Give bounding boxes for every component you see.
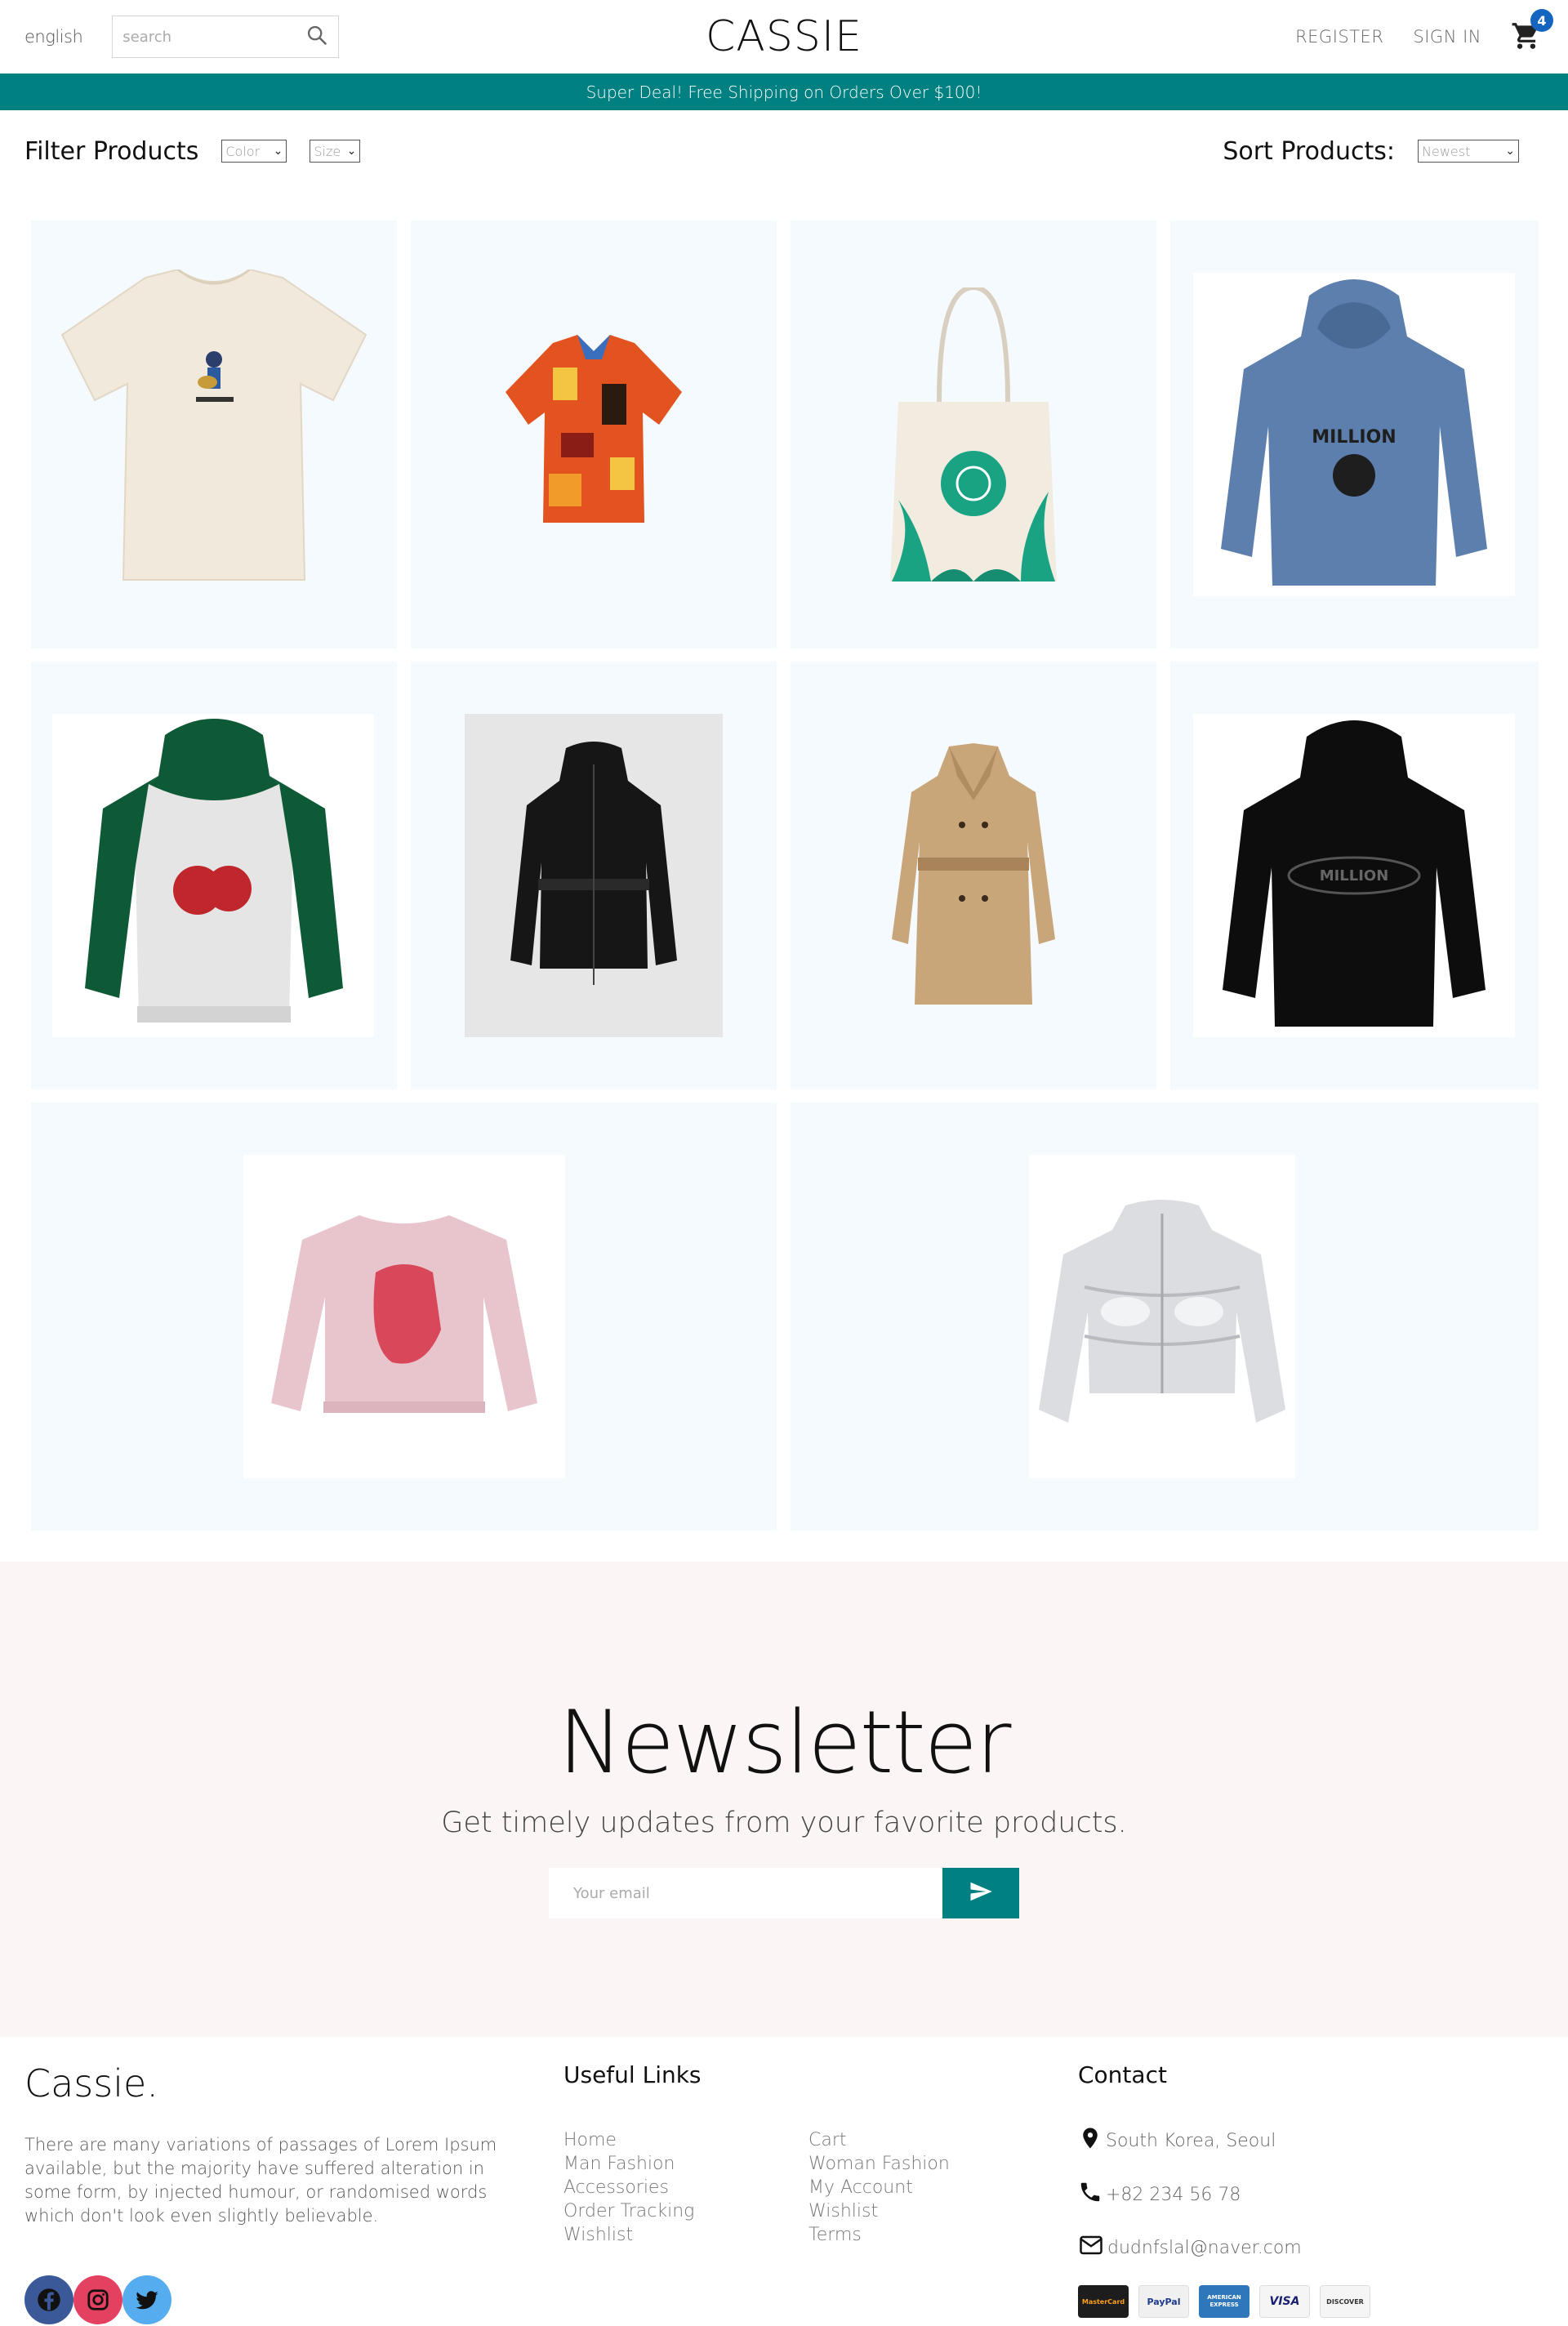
links-column-2: Cart Woman Fashion My Account Wishlist T… (808, 2128, 950, 2247)
footer-link-wishlist-2[interactable]: Wishlist (808, 2199, 950, 2223)
newsletter-subtitle: Get timely updates from your favorite pr… (441, 1807, 1127, 1839)
coat-icon (892, 743, 1055, 1005)
cart-icon (1511, 23, 1542, 55)
newsletter-section: Newsletter Get timely updates from your … (0, 1562, 1568, 2037)
product-card-black-puffer[interactable] (411, 662, 777, 1089)
sort-select[interactable]: Newest ⌄ (1418, 140, 1519, 163)
size-select[interactable]: Size ⌄ (310, 140, 361, 163)
filter-title: Filter Products (24, 136, 199, 166)
amex-icon: AMERICAN EXPRESS (1199, 2285, 1250, 2318)
product-card-tote-bag[interactable] (791, 221, 1156, 648)
filter-bar: Filter Products Color ⌄ Size ⌄ Sort Prod… (0, 110, 1568, 192)
contact-address: South Korea, Seoul (1078, 2125, 1276, 2156)
social-links (24, 2275, 172, 2324)
product-card-black-hoodie[interactable]: MILLION (1170, 662, 1539, 1089)
cart-button[interactable]: 4 (1511, 9, 1553, 55)
paypal-icon: PayPal (1138, 2285, 1189, 2318)
instagram-icon[interactable] (74, 2275, 122, 2324)
hoodie-icon: MILLION (1223, 720, 1486, 1027)
sign-in-link[interactable]: SIGN IN (1413, 27, 1481, 47)
filter-group: Filter Products Color ⌄ Size ⌄ (24, 136, 361, 166)
nav-left: english (24, 16, 340, 58)
shirt-icon (506, 335, 682, 523)
hoodie-icon: MILLION (1221, 279, 1487, 586)
svg-text:MILLION: MILLION (1320, 867, 1389, 885)
chevron-down-icon: ⌄ (273, 145, 283, 158)
sort-group: Sort Products: Newest ⌄ (1223, 137, 1544, 166)
footer-logo[interactable]: Cassie. (24, 2061, 158, 2105)
phone-icon (1078, 2179, 1102, 2210)
product-card-pink-sweater[interactable] (31, 1103, 777, 1531)
tote-bag-icon (890, 287, 1057, 582)
sort-title: Sort Products: (1223, 136, 1395, 166)
footer-link-order-tracking[interactable]: Order Tracking (564, 2199, 694, 2223)
announcement-bar: Super Deal! Free Shipping on Orders Over… (0, 74, 1568, 110)
send-icon (967, 1879, 995, 1907)
cart-count-badge: 4 (1530, 9, 1553, 32)
site-logo[interactable]: CASSIE (706, 12, 862, 61)
product-card-trench-coat[interactable] (791, 662, 1156, 1089)
footer-link-terms[interactable]: Terms (808, 2223, 950, 2247)
sort-select-value: Newest (1422, 143, 1471, 159)
mail-icon (1078, 2233, 1104, 2262)
email-text[interactable]: dudnfslal@naver.com (1107, 2238, 1302, 2258)
product-card-pattern-shirt[interactable] (411, 221, 777, 648)
location-pin-icon (1078, 2125, 1102, 2156)
tshirt-icon (60, 270, 368, 581)
facebook-icon[interactable] (24, 2275, 74, 2324)
address-text: South Korea, Seoul (1106, 2130, 1276, 2151)
product-card-cherry-hoodie[interactable] (31, 662, 397, 1089)
footer-link-my-account[interactable]: My Account (808, 2176, 950, 2199)
navbar: english CASSIE REGISTER SIGN IN 4 (0, 0, 1568, 74)
color-select-value: Color (225, 143, 261, 159)
contact-email: dudnfslal@naver.com (1078, 2233, 1302, 2262)
useful-links-title: Useful Links (564, 2061, 702, 2088)
phone-text: +82 234 56 78 (1106, 2184, 1241, 2205)
nav-right: REGISTER SIGN IN 4 (1295, 9, 1553, 55)
search-icon[interactable] (305, 24, 328, 50)
register-link[interactable]: REGISTER (1295, 27, 1383, 47)
sweater-icon (271, 1215, 537, 1413)
newsletter-form (549, 1868, 1019, 1918)
newsletter-submit-button[interactable] (942, 1868, 1019, 1918)
footer-link-home[interactable]: Home (564, 2128, 694, 2152)
search-input[interactable] (122, 28, 287, 46)
language-selector[interactable]: english (24, 27, 83, 47)
contact-phone: +82 234 56 78 (1078, 2179, 1241, 2210)
chevron-down-icon: ⌄ (1505, 145, 1515, 158)
product-card-blue-hoodie[interactable]: MILLION (1170, 221, 1539, 648)
chevron-down-icon: ⌄ (346, 145, 357, 158)
color-select[interactable]: Color ⌄ (221, 140, 287, 163)
footer-description: There are many variations of passages of… (24, 2135, 497, 2226)
footer-link-woman-fashion[interactable]: Woman Fashion (808, 2152, 950, 2176)
product-card-tshirt[interactable] (31, 221, 397, 648)
svg-text:MILLION: MILLION (1312, 427, 1396, 448)
size-select-value: Size (314, 143, 341, 159)
payment-methods: MasterCard PayPal AMERICAN EXPRESS VISA … (1078, 2285, 1370, 2318)
links-column-1: Home Man Fashion Accessories Order Track… (564, 2128, 694, 2247)
footer-link-cart[interactable]: Cart (808, 2128, 950, 2152)
discover-icon: DISCOVER (1320, 2285, 1370, 2318)
footer: Cassie. There are many variations of pas… (0, 2037, 1568, 2326)
contact-title: Contact (1078, 2061, 1167, 2088)
footer-link-accessories[interactable]: Accessories (564, 2176, 694, 2199)
twitter-icon[interactable] (122, 2275, 172, 2324)
mastercard-icon: MasterCard (1078, 2285, 1129, 2318)
footer-link-man-fashion[interactable]: Man Fashion (564, 2152, 694, 2176)
footer-link-wishlist[interactable]: Wishlist (564, 2223, 694, 2247)
newsletter-email-input[interactable] (549, 1868, 942, 1918)
jacket-icon (510, 742, 677, 985)
jacket-icon (1039, 1200, 1285, 1423)
product-card-silver-puffer[interactable] (791, 1103, 1539, 1531)
visa-icon: VISA (1259, 2285, 1310, 2318)
search-container (112, 16, 340, 58)
hoodie-icon (85, 719, 343, 1023)
newsletter-title: Newsletter (558, 1692, 1011, 1793)
